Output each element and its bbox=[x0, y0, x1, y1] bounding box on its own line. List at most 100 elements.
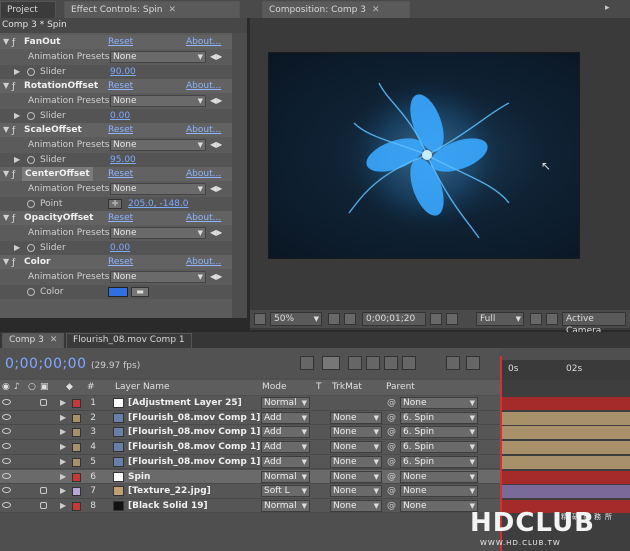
blend-mode-select[interactable]: Add ▼ bbox=[261, 426, 310, 439]
lock-icon[interactable] bbox=[40, 501, 47, 509]
effect-header-row[interactable]: ▼ ƒ OpacityOffset Reset About... bbox=[0, 211, 232, 225]
crosshair-icon[interactable]: ✛ bbox=[108, 199, 122, 209]
camera-select[interactable]: Active Camera bbox=[562, 312, 626, 336]
layer-duration-bar[interactable] bbox=[502, 411, 630, 425]
preset-nav-arrows-icon[interactable]: ◀▶ bbox=[210, 270, 222, 284]
label-color[interactable] bbox=[72, 501, 81, 511]
fx-icon[interactable]: ƒ bbox=[12, 124, 15, 138]
layer-duration-bar[interactable] bbox=[502, 455, 630, 469]
animation-presets-select[interactable]: None ▼ bbox=[110, 183, 206, 195]
current-time-display[interactable]: 0;00;01;20 bbox=[362, 312, 426, 326]
parent-select[interactable]: None ▼ bbox=[400, 470, 478, 483]
label-color[interactable] bbox=[72, 472, 81, 482]
layer-row[interactable]: ▶ 5 [Flourish_08.mov Comp 1] Add ▼ None ▼ @6. S… bbox=[0, 454, 500, 470]
pick-whip-icon[interactable]: @ bbox=[387, 440, 396, 454]
preset-nav-arrows-icon[interactable]: ◀▶ bbox=[210, 226, 222, 240]
composition-viewer[interactable]: ↖ bbox=[268, 52, 580, 259]
time-ruler[interactable]: 0s 02s bbox=[500, 360, 630, 380]
eye-icon[interactable] bbox=[2, 413, 11, 420]
parent-select[interactable]: 6. Spin ▼ bbox=[400, 441, 478, 454]
label-color[interactable] bbox=[72, 457, 81, 467]
disclosure-triangle-icon[interactable]: ▶ bbox=[60, 499, 66, 513]
animation-presets-select[interactable]: None ▼ bbox=[110, 95, 206, 107]
effect-header-row[interactable]: ▼ ƒ RotationOffset Reset About... bbox=[0, 79, 232, 93]
pick-whip-icon[interactable]: @ bbox=[387, 484, 396, 498]
layer-duration-bar[interactable] bbox=[502, 470, 630, 484]
label-color[interactable] bbox=[72, 487, 81, 497]
layer-duration-bar[interactable] bbox=[502, 426, 630, 440]
blend-mode-select[interactable]: Normal ▼ bbox=[261, 470, 310, 483]
param-value[interactable]: 0.00 bbox=[110, 241, 130, 255]
blend-mode-select[interactable]: Normal ▼ bbox=[261, 397, 310, 409]
fx-icon[interactable]: ƒ bbox=[12, 212, 15, 226]
channel-icon[interactable] bbox=[446, 313, 458, 325]
pick-whip-icon[interactable]: @ bbox=[387, 455, 396, 469]
preset-nav-arrows-icon[interactable]: ◀▶ bbox=[210, 182, 222, 196]
preset-nav-arrows-icon[interactable]: ◀▶ bbox=[210, 94, 222, 108]
disclosure-triangle-icon[interactable]: ▶ bbox=[60, 440, 66, 454]
lock-icon[interactable] bbox=[40, 487, 47, 495]
eye-icon[interactable] bbox=[2, 457, 11, 464]
blend-mode-select[interactable]: Normal ▼ bbox=[261, 499, 310, 512]
eye-icon[interactable] bbox=[2, 428, 11, 435]
pick-whip-icon[interactable]: @ bbox=[387, 411, 396, 425]
parent-select[interactable]: None ▼ bbox=[400, 499, 478, 512]
parent-select[interactable]: None ▼ bbox=[400, 485, 478, 498]
eyedropper-icon[interactable]: ▬ bbox=[131, 287, 149, 297]
lock-icon[interactable] bbox=[40, 399, 47, 406]
effect-controls-scrollbar[interactable] bbox=[232, 33, 247, 318]
disclosure-triangle-icon[interactable]: ▶ bbox=[60, 455, 66, 469]
layer-name[interactable]: Spin bbox=[128, 470, 150, 484]
motion-blur-icon[interactable] bbox=[384, 356, 398, 370]
pick-whip-icon[interactable]: @ bbox=[387, 396, 396, 410]
about-link[interactable]: About... bbox=[186, 211, 221, 225]
comp-mini-flowchart-icon[interactable] bbox=[300, 356, 314, 370]
effect-header-row[interactable]: ▼ ƒ ScaleOffset Reset About... bbox=[0, 123, 232, 137]
disclosure-triangle-icon[interactable]: ▼ bbox=[3, 211, 9, 225]
column-layer-name[interactable]: Layer Name bbox=[115, 380, 170, 395]
animation-presets-select[interactable]: None ▼ bbox=[110, 271, 206, 283]
layer-row[interactable]: ▶ 7 [Texture_22.jpg] Soft L ▼ None ▼ @ None ▼ bbox=[0, 484, 500, 499]
trkmat-select[interactable]: None ▼ bbox=[330, 411, 382, 424]
eye-icon[interactable] bbox=[2, 472, 11, 479]
layer-name[interactable]: [Adjustment Layer 25] bbox=[128, 396, 242, 410]
reset-link[interactable]: Reset bbox=[108, 211, 133, 225]
stopwatch-icon[interactable] bbox=[27, 156, 35, 164]
disclosure-triangle-icon[interactable]: ▼ bbox=[3, 123, 9, 137]
layer-row[interactable]: ▶ 1 [Adjustment Layer 25] Normal ▼ @ None ▼ bbox=[0, 396, 500, 411]
pick-whip-icon[interactable]: @ bbox=[387, 499, 396, 513]
eye-icon[interactable] bbox=[2, 487, 11, 494]
disclosure-triangle-icon[interactable]: ▼ bbox=[3, 255, 9, 269]
disclosure-triangle-icon[interactable]: ▶ bbox=[60, 396, 66, 410]
close-icon[interactable]: ✕ bbox=[169, 5, 177, 15]
reset-link[interactable]: Reset bbox=[108, 79, 133, 93]
tab-flourish-comp[interactable]: Flourish_08.mov Comp 1 bbox=[66, 333, 192, 348]
blend-mode-select[interactable]: Add ▼ bbox=[261, 441, 310, 454]
disclosure-triangle-icon[interactable]: ▶ bbox=[14, 153, 20, 167]
stopwatch-icon[interactable] bbox=[27, 68, 35, 76]
trkmat-select[interactable]: None ▼ bbox=[330, 426, 382, 439]
label-color[interactable] bbox=[72, 399, 81, 408]
animation-presets-select[interactable]: None ▼ bbox=[110, 227, 206, 239]
eye-icon[interactable] bbox=[2, 501, 11, 508]
color-swatch[interactable] bbox=[108, 287, 128, 297]
snapshot-icon[interactable] bbox=[430, 313, 442, 325]
effect-header-row[interactable]: ▼ ƒ CenterOffset Reset About... bbox=[0, 167, 232, 181]
live-update-icon[interactable] bbox=[322, 356, 340, 370]
param-value[interactable]: 95.00 bbox=[110, 153, 136, 167]
about-link[interactable]: About... bbox=[186, 79, 221, 93]
effect-header-row[interactable]: ▼ ƒ FanOut Reset About... bbox=[0, 35, 232, 49]
pick-whip-icon[interactable]: @ bbox=[387, 425, 396, 439]
tab-composition[interactable]: Composition: Comp 3 ✕ bbox=[262, 1, 410, 18]
fx-icon[interactable]: ƒ bbox=[12, 256, 15, 270]
fast-previews-icon[interactable] bbox=[546, 313, 558, 325]
search-icon[interactable] bbox=[466, 356, 480, 370]
transparency-grid-icon[interactable] bbox=[530, 313, 542, 325]
trkmat-select[interactable]: None ▼ bbox=[330, 470, 382, 483]
graph-editor-icon[interactable] bbox=[446, 356, 460, 370]
stopwatch-icon[interactable] bbox=[27, 200, 35, 208]
resolution-select[interactable]: Full ▼ bbox=[476, 312, 524, 326]
close-icon[interactable]: ✕ bbox=[50, 335, 58, 345]
effect-header-row[interactable]: ▼ ƒ Color Reset About... bbox=[0, 255, 232, 269]
disclosure-triangle-icon[interactable]: ▶ bbox=[14, 109, 20, 123]
